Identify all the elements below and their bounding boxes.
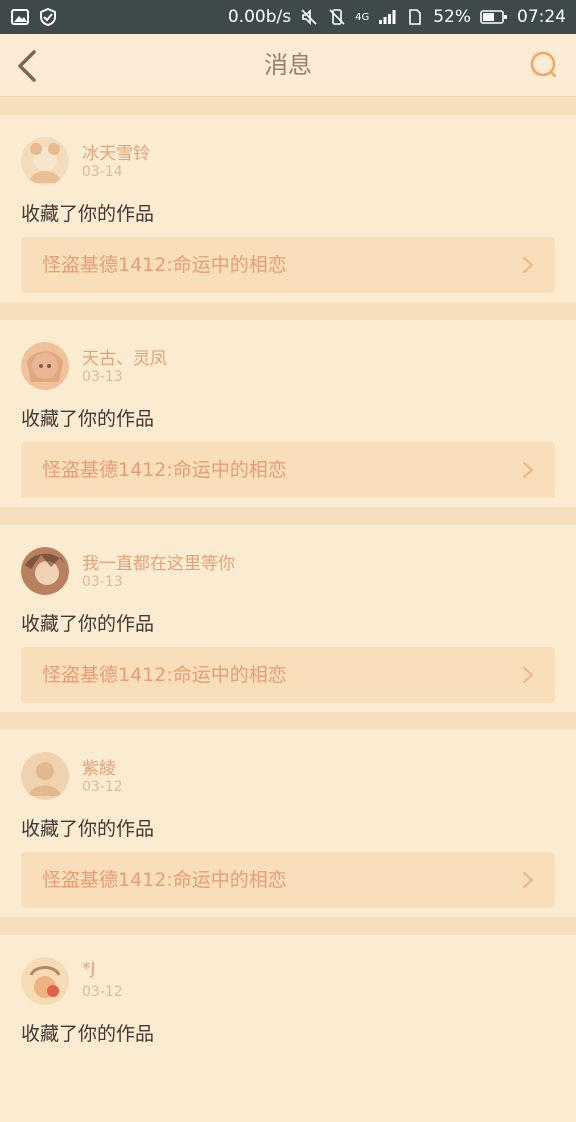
avatar[interactable] [21, 547, 69, 595]
work-title: 怪盗基德1412:命运中的相恋 [42, 254, 287, 276]
message-date: 03-12 [82, 984, 123, 1000]
shield-icon [38, 7, 58, 27]
message-date: 03-12 [82, 779, 123, 795]
message-action: 收藏了你的作品 [21, 613, 155, 635]
username[interactable]: *J [82, 959, 96, 979]
vibrate-off-icon [327, 7, 347, 27]
gallery-icon [10, 7, 30, 27]
chevron-right-icon [523, 257, 534, 273]
header: 消息 [0, 34, 576, 97]
message-date: 03-13 [82, 574, 123, 590]
battery-icon [479, 7, 509, 27]
message-action: 收藏了你的作品 [21, 1023, 155, 1045]
status-right: 0.00b/s 4G 52% 07:24 [228, 7, 566, 27]
work-title: 怪盗基德1412:命运中的相恋 [42, 869, 287, 891]
username[interactable]: 天古、灵凤 [82, 344, 167, 369]
message-date: 03-13 [82, 369, 123, 385]
work-link[interactable]: 怪盗基德1412:命运中的相恋 [21, 852, 555, 908]
avatar[interactable] [21, 752, 69, 800]
chevron-right-icon [523, 667, 534, 683]
message-action: 收藏了你的作品 [21, 408, 155, 430]
sim-icon [405, 7, 425, 27]
message-list: 冰天雪铃 03-14 收藏了你的作品 怪盗基德1412:命运中的相恋 天古、灵凤… [0, 97, 576, 1122]
mute-icon [299, 7, 319, 27]
work-link[interactable]: 怪盗基德1412:命运中的相恋 [21, 237, 555, 293]
username[interactable]: 紫綾 [82, 754, 116, 779]
battery-percent: 52% [433, 7, 471, 27]
clock: 07:24 [517, 7, 566, 27]
message-action: 收藏了你的作品 [21, 203, 155, 225]
search-icon [530, 51, 557, 78]
username[interactable]: 我一直都在这里等你 [82, 549, 235, 574]
message-item: 冰天雪铃 03-14 收藏了你的作品 怪盗基德1412:命运中的相恋 [0, 115, 576, 302]
message-item: 天古、灵凤 03-13 收藏了你的作品 怪盗基德1412:命运中的相恋 [0, 320, 576, 507]
page-title: 消息 [264, 51, 312, 79]
message-action: 收藏了你的作品 [21, 818, 155, 840]
message-item: *J 03-12 收藏了你的作品 [0, 935, 576, 1122]
avatar[interactable] [21, 137, 69, 185]
search-button[interactable] [528, 49, 560, 81]
chevron-right-icon [523, 872, 534, 888]
avatar[interactable] [21, 957, 69, 1005]
username[interactable]: 冰天雪铃 [82, 139, 150, 164]
work-title: 怪盗基德1412:命运中的相恋 [42, 664, 287, 686]
work-link[interactable]: 怪盗基德1412:命运中的相恋 [21, 647, 555, 703]
network-speed: 0.00b/s [227, 7, 292, 27]
signal-icon [377, 7, 397, 27]
chevron-right-icon [523, 462, 534, 478]
message-date: 03-14 [82, 164, 123, 180]
work-title: 怪盗基德1412:命运中的相恋 [42, 459, 287, 481]
status-left [10, 7, 58, 27]
network-type: 4G [355, 11, 370, 23]
message-item: 紫綾 03-12 收藏了你的作品 怪盗基德1412:命运中的相恋 [0, 730, 576, 917]
work-link[interactable]: 怪盗基德1412:命运中的相恋 [21, 442, 555, 498]
avatar[interactable] [21, 342, 69, 390]
message-item: 我一直都在这里等你 03-13 收藏了你的作品 怪盗基德1412:命运中的相恋 [0, 525, 576, 712]
status-bar: 0.00b/s 4G 52% 07:24 [0, 0, 576, 34]
